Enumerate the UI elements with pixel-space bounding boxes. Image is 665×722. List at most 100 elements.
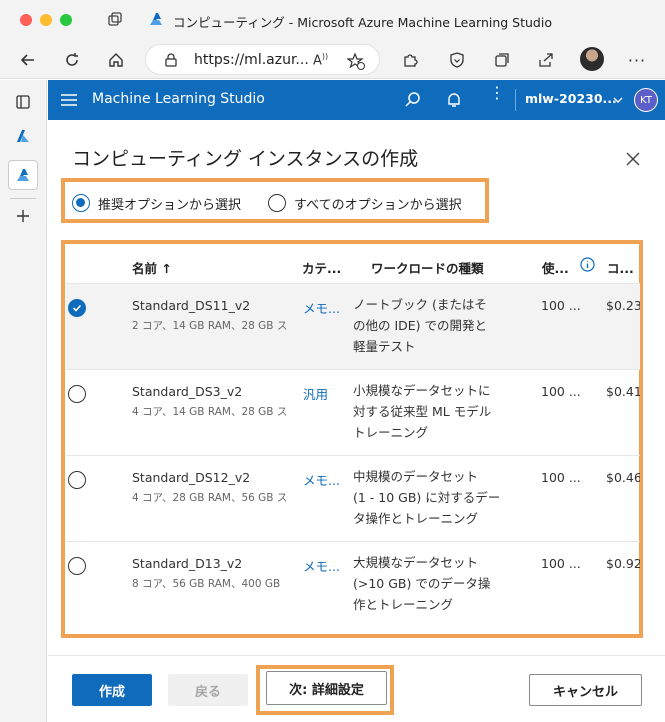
row-usage: 100 ... — [541, 470, 581, 485]
column-header-cost[interactable]: コ... — [607, 258, 634, 277]
column-header-name[interactable]: 名前 ↑ — [132, 258, 172, 277]
home-icon — [109, 53, 123, 67]
radio-label: すべてのオプションから選択 — [294, 197, 462, 213]
row-workload: ノートブック (またはそ の他の IDE) での開発と 軽量テスト — [353, 297, 488, 354]
row-vm-spec: 8 コア、56 GB RAM、400 GB — [132, 578, 281, 590]
next-advanced-settings-button[interactable]: 次: 詳細設定 — [266, 671, 387, 705]
row-radio-icon[interactable] — [68, 385, 86, 403]
row-cost: $0.41/ — [606, 384, 640, 399]
collections-button[interactable] — [490, 48, 514, 72]
row-usage: 100 ... — [541, 556, 581, 571]
more-menu-icon[interactable]: ··· — [625, 48, 649, 72]
table-row[interactable]: Standard_DS11_v2 2 コア、14 GB RAM、28 GB ス … — [66, 283, 640, 369]
table-row[interactable]: Standard_DS3_v2 4 コア、14 GB RAM、28 GB ス 汎… — [66, 369, 640, 455]
share-icon — [539, 53, 553, 67]
hamburger-menu-icon[interactable] — [60, 92, 78, 108]
sidebar-panel-icon — [16, 95, 30, 109]
browser-sidebar — [0, 80, 47, 722]
radio-selected-icon — [72, 194, 90, 212]
sidebar-toggle-button[interactable] — [11, 90, 35, 114]
azure-ml-favicon-icon — [150, 13, 162, 25]
vm-size-table: 名前 ↑ カテ... ワークロードの種類 使... コ... Standard_… — [66, 245, 640, 635]
row-radio-icon[interactable] — [68, 557, 86, 575]
close-window-button[interactable] — [20, 14, 32, 26]
back-button[interactable]: 戻る — [168, 674, 248, 706]
browser-essentials-button[interactable] — [445, 48, 469, 72]
row-radio-icon[interactable] — [68, 471, 86, 489]
workspace-selector[interactable]: mlw-20230... — [525, 91, 617, 106]
create-compute-dialog: コンピューティング インスタンスの作成 推奨オプションから選択 すべてのオプショ… — [48, 120, 665, 722]
add-sidebar-app-button[interactable] — [11, 204, 35, 228]
profile-photo[interactable] — [580, 47, 604, 71]
recommended-option-radio[interactable]: 推奨オプションから選択 — [72, 193, 241, 213]
azure-ml-icon — [17, 169, 29, 181]
azure-ml-tab-button[interactable] — [8, 160, 38, 190]
row-vm-name: Standard_DS12_v2 — [132, 470, 251, 485]
dialog-title: コンピューティング インスタンスの作成 — [72, 148, 419, 170]
radio-unselected-icon — [268, 194, 286, 212]
create-button[interactable]: 作成 — [72, 674, 152, 706]
column-header-workload[interactable]: ワークロードの種類 — [371, 258, 484, 277]
address-bar[interactable]: https://ml.azur... A)) — [145, 44, 380, 75]
tab-actions-icon[interactable] — [107, 11, 123, 27]
lock-icon — [165, 53, 177, 67]
sidebar-divider — [10, 198, 36, 199]
dialog-footer: 作成 戻る 次: 詳細設定 キャンセル — [48, 655, 665, 722]
plus-icon — [17, 210, 29, 222]
column-header-category[interactable]: カテ... — [302, 258, 341, 277]
collections-icon — [495, 53, 509, 67]
app-title[interactable]: Machine Learning Studio — [92, 91, 265, 107]
row-cost: $0.46/ — [606, 470, 640, 485]
refresh-button[interactable] — [60, 48, 84, 72]
minimize-window-button[interactable] — [40, 14, 52, 26]
arrow-left-icon — [20, 54, 34, 66]
info-icon[interactable] — [580, 257, 595, 272]
azure-tab-button[interactable] — [11, 124, 35, 148]
search-icon[interactable] — [404, 91, 422, 109]
user-avatar[interactable]: KT — [634, 88, 658, 112]
title-bar: コンピューティング - Microsoft Azure Machine Lear… — [0, 0, 665, 40]
row-vm-name: Standard_DS11_v2 — [132, 298, 251, 313]
all-options-radio[interactable]: すべてのオプションから選択 — [268, 193, 462, 213]
back-nav-button[interactable] — [16, 48, 40, 72]
row-workload: 小規模なデータセットに 対する従来型 ML モデル トレーニング — [353, 383, 492, 440]
row-workload: 中規模のデータセット (1 - 10 GB) に対するデー タ操作とトレーニング — [353, 469, 501, 526]
add-favorite-icon[interactable] — [347, 52, 365, 70]
maximize-window-button[interactable] — [60, 14, 72, 26]
header-divider — [515, 89, 516, 111]
table-row[interactable]: Standard_DS12_v2 4 コア、28 GB RAM、56 GB ス … — [66, 455, 640, 541]
refresh-icon — [66, 53, 78, 66]
row-usage: 100 ... — [541, 384, 581, 399]
browser-toolbar: https://ml.azur... A)) ··· — [0, 40, 665, 79]
bell-icon[interactable] — [445, 91, 463, 109]
option-radio-group: 推奨オプションから選択 すべてのオプションから選択 — [66, 183, 484, 221]
page-area: Machine Learning Studio ⋮ mlw-20230... K… — [48, 80, 665, 722]
home-button[interactable] — [104, 48, 128, 72]
checkmark-icon[interactable] — [68, 299, 86, 317]
row-usage: 100 ... — [541, 298, 581, 313]
app-header: Machine Learning Studio ⋮ mlw-20230... K… — [48, 80, 665, 120]
shield-heart-icon — [450, 52, 464, 68]
chevron-down-icon[interactable] — [613, 96, 623, 104]
row-vm-name: Standard_DS3_v2 — [132, 384, 243, 399]
extensions-button[interactable] — [398, 48, 422, 72]
row-category: メモ... — [303, 301, 340, 316]
row-category: メモ... — [303, 559, 340, 574]
column-header-usage[interactable]: 使... — [542, 258, 569, 277]
window-title: コンピューティング - Microsoft Azure Machine Lear… — [173, 15, 552, 30]
share-button[interactable] — [534, 48, 558, 72]
cancel-button[interactable]: キャンセル — [529, 674, 642, 706]
more-vertical-icon[interactable]: ⋮ — [489, 85, 505, 101]
azure-icon — [17, 130, 29, 142]
url-text: https://ml.azur... — [194, 52, 309, 68]
row-vm-spec: 2 コア、14 GB RAM、28 GB ス — [132, 320, 288, 332]
row-vm-spec: 4 コア、28 GB RAM、56 GB ス — [132, 492, 288, 504]
row-cost: $0.23/ — [606, 298, 640, 313]
row-category: メモ... — [303, 473, 340, 488]
read-aloud-icon[interactable]: A)) — [313, 52, 328, 68]
close-icon[interactable] — [624, 150, 642, 168]
row-category: 汎用 — [303, 387, 329, 402]
row-vm-spec: 4 コア、14 GB RAM、28 GB ス — [132, 406, 288, 418]
row-cost: $0.92/ — [606, 556, 640, 571]
table-row[interactable]: Standard_D13_v2 8 コア、56 GB RAM、400 GB メモ… — [66, 541, 640, 627]
